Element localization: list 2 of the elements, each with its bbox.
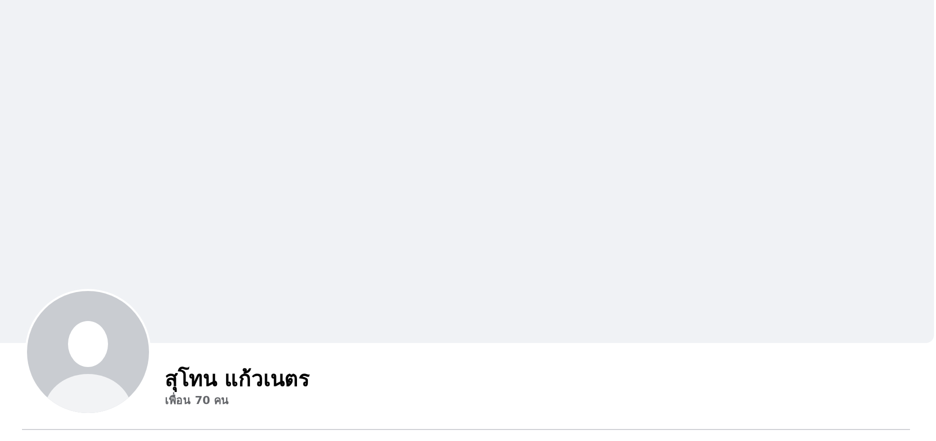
friend-count[interactable]: เพื่อน 70 คน	[165, 393, 310, 409]
profile-name: สุโทน แก้วเนตร	[165, 366, 310, 392]
